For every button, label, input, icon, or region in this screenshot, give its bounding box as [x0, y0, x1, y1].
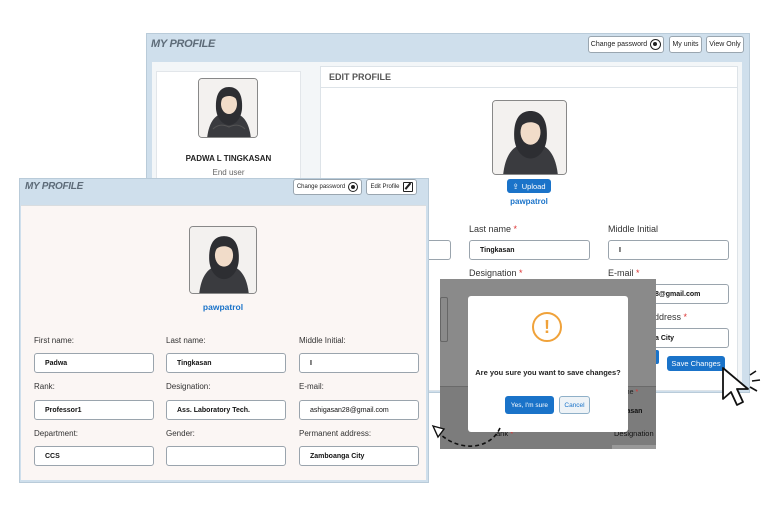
upload-label: Upload: [521, 181, 546, 191]
email-field[interactable]: ashigasan28@gmail.com: [299, 400, 419, 420]
back-change-password-button[interactable]: Change password: [588, 36, 664, 53]
confirm-cancel-button[interactable]: Cancel: [559, 396, 590, 414]
rank-label: Rank:: [34, 382, 55, 391]
edit-profile-heading: EDIT PROFILE: [329, 72, 392, 82]
back-last-name-label: Last name *: [469, 224, 518, 234]
exclamation-icon: !: [532, 312, 562, 342]
front-change-password-label: Change password: [296, 184, 346, 190]
avatar: [198, 78, 258, 138]
overlay-input-fragment: [440, 297, 448, 342]
edit-avatar: [492, 100, 567, 175]
back-address-label: ddress *: [654, 312, 688, 322]
department-field[interactable]: CCS: [34, 446, 154, 466]
flow-arrow-icon: [431, 424, 501, 447]
rank-field[interactable]: Professor1: [34, 400, 154, 420]
back-middle-initial-input[interactable]: I: [608, 240, 729, 260]
gear-icon: [348, 182, 359, 192]
back-change-password-label: Change password: [590, 41, 648, 48]
back-middle-initial-label: Middle Initial: [608, 224, 659, 234]
front-edit-profile-button[interactable]: Edit Profile: [366, 179, 417, 195]
save-changes-button[interactable]: Save Changes: [667, 356, 725, 371]
avatar-illustration: [199, 79, 257, 137]
view-only-button[interactable]: View Only: [706, 36, 744, 53]
back-designation-label: Designation *: [469, 268, 523, 278]
middle-initial-field[interactable]: I: [299, 353, 419, 373]
mouse-pointer-icon: [722, 367, 761, 406]
last-name-field[interactable]: Tingkasan: [166, 353, 286, 373]
designation-label: Designation:: [166, 382, 211, 391]
department-label: Department:: [34, 429, 79, 438]
avatar-illustration: [493, 101, 566, 174]
upload-icon: ⇪: [512, 181, 519, 191]
back-last-name-input[interactable]: Tingkasan: [469, 240, 590, 260]
front-page-title: MY PROFILE: [25, 181, 83, 192]
back-email-label: E-mail *: [608, 268, 640, 278]
profile-full-name: PADWA L TINGKASAN: [185, 154, 272, 163]
front-avatar: [189, 226, 257, 294]
back-first-name-input[interactable]: [426, 240, 451, 260]
edit-icon: [402, 182, 413, 192]
front-edit-profile-label: Edit Profile: [370, 184, 400, 190]
email-label: E-mail:: [299, 382, 324, 391]
gear-icon: [650, 39, 662, 50]
address-field[interactable]: Zamboanga City: [299, 446, 419, 466]
last-name-label: Last name:: [166, 336, 206, 345]
first-name-label: First name:: [34, 336, 75, 345]
address-label: Permanent address:: [299, 429, 372, 438]
gender-field[interactable]: [166, 446, 286, 466]
gender-label: Gender:: [166, 429, 195, 438]
first-name-field[interactable]: Padwa: [34, 353, 154, 373]
designation-field[interactable]: Ass. Laboratory Tech.: [166, 400, 286, 420]
back-page-title: MY PROFILE: [151, 38, 216, 50]
profile-role: End user: [212, 168, 245, 177]
my-units-button[interactable]: My units: [669, 36, 702, 53]
middle-initial-label: Middle Initial:: [299, 336, 346, 345]
upload-button[interactable]: ⇪ Upload: [507, 179, 551, 193]
avatar-illustration: [190, 227, 256, 293]
edit-username: pawpatrol: [510, 197, 548, 206]
confirm-yes-button[interactable]: Yes, I'm sure: [505, 396, 554, 414]
confirm-message: Are you sure you want to save changes?: [475, 368, 621, 377]
front-username: pawpatrol: [202, 302, 244, 312]
front-change-password-button[interactable]: Change password: [293, 179, 362, 195]
